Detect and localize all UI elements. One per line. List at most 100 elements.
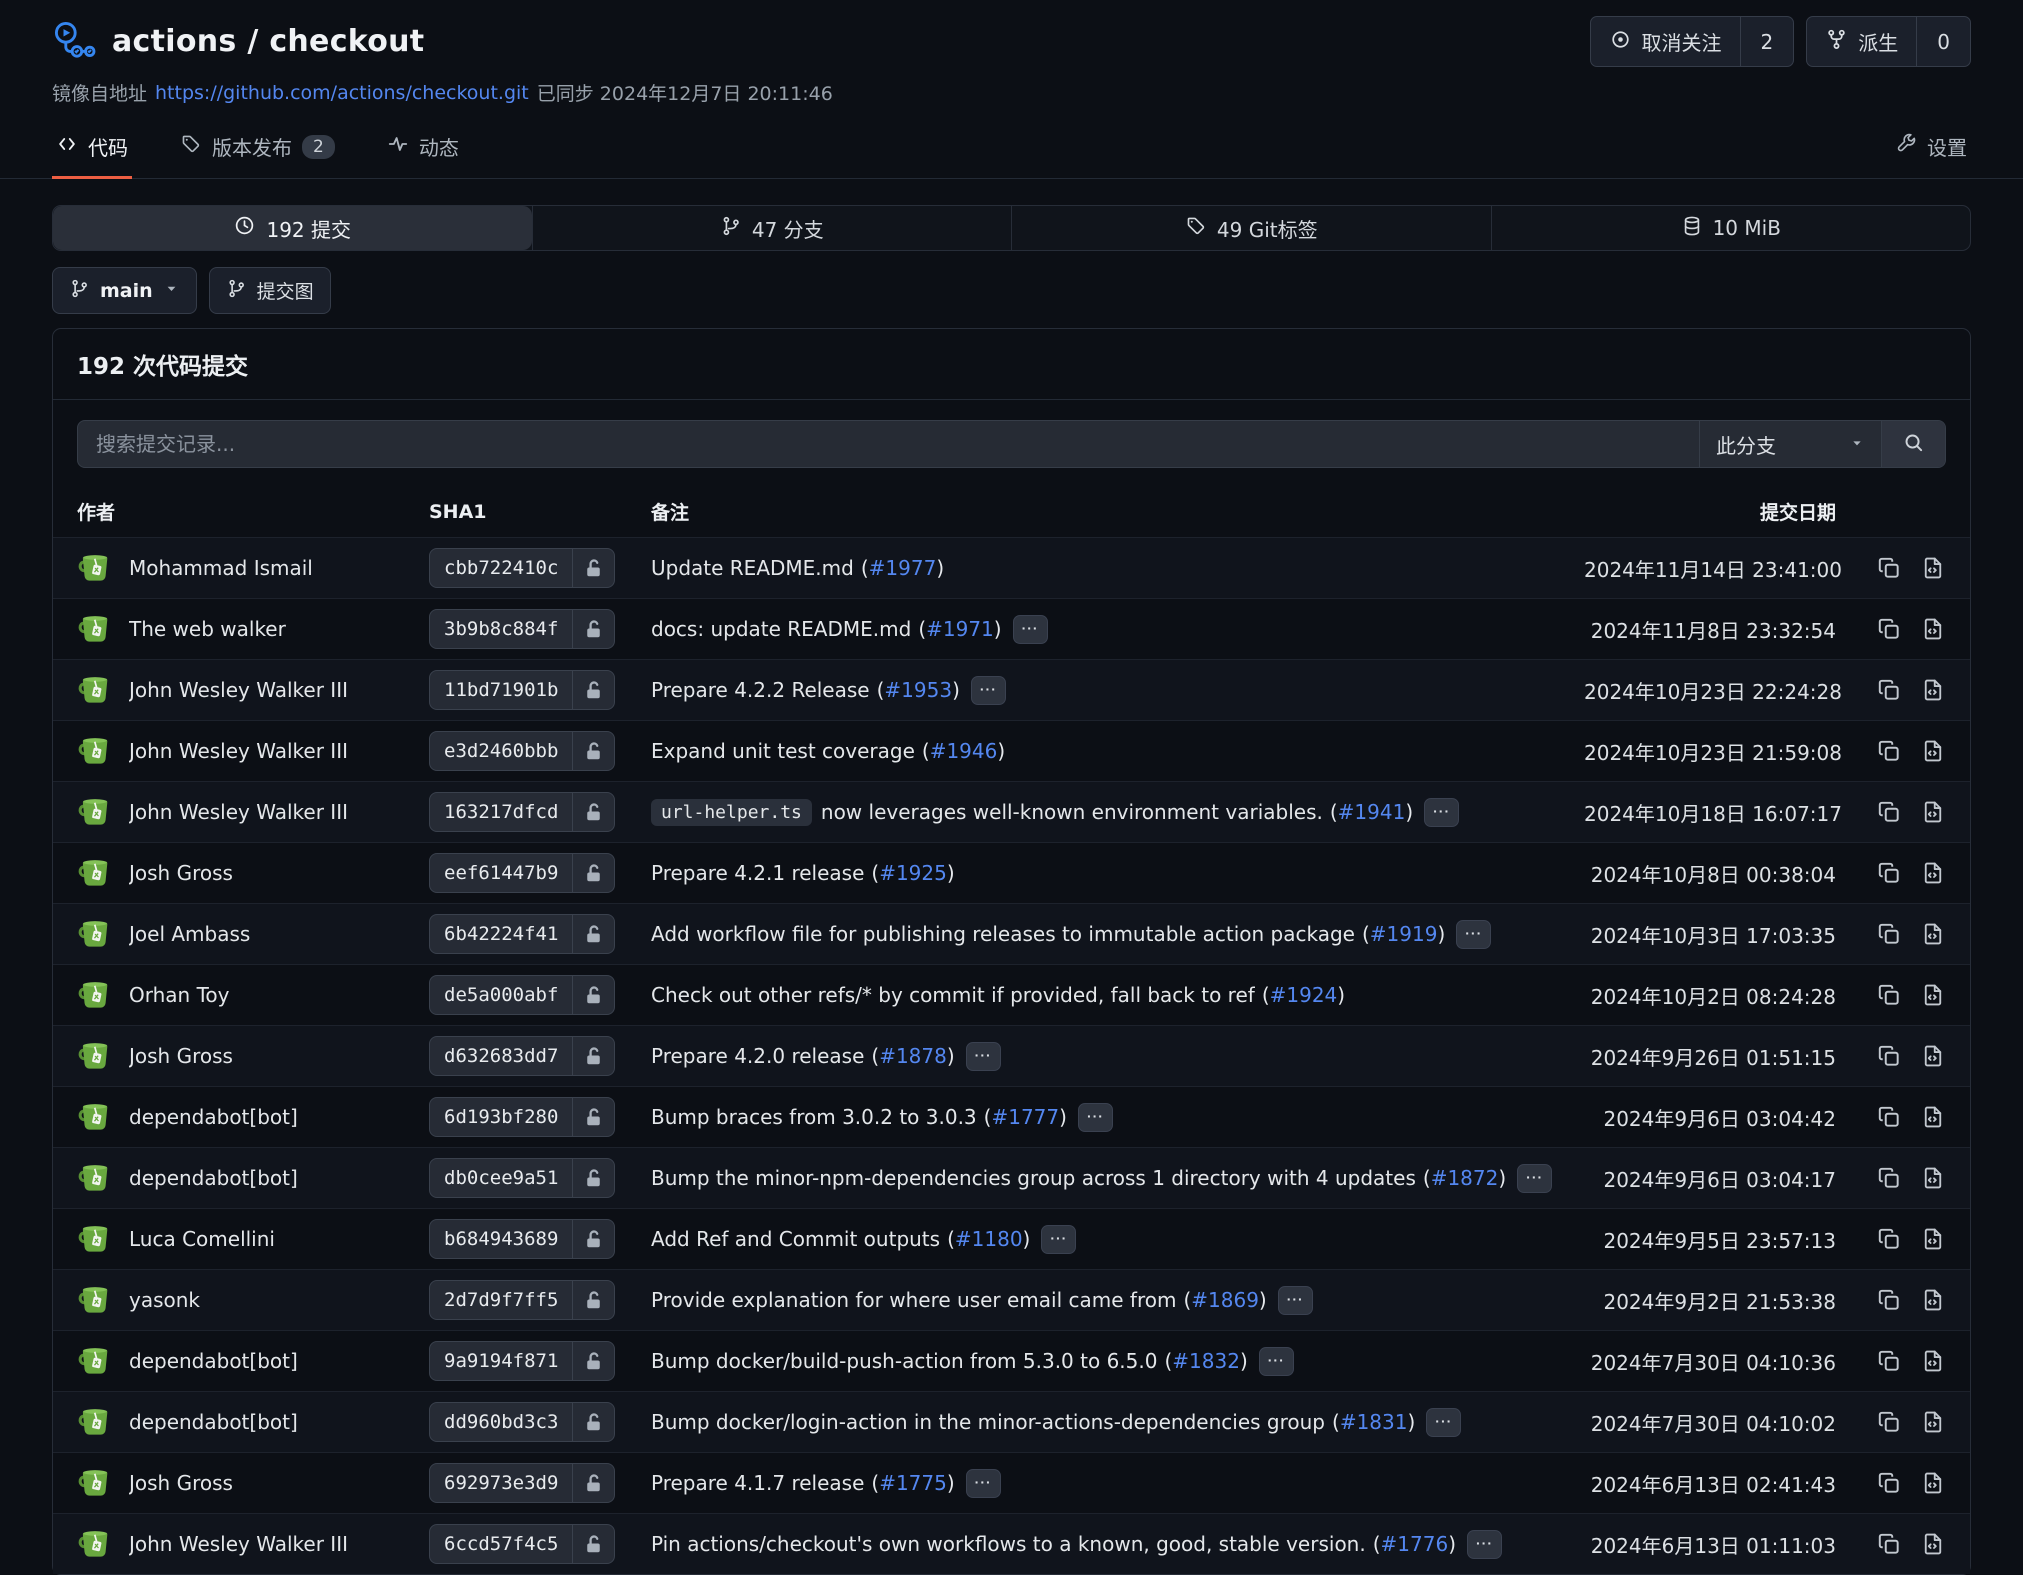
commit-message[interactable]: Check out other refs/* by commit if prov… [651,983,1255,1007]
commit-author[interactable]: John Wesley Walker III [129,739,348,763]
commit-sha-chip[interactable]: 163217dfcd [429,792,615,832]
copy-sha-button[interactable] [1876,1531,1902,1557]
view-file-at-commit-button[interactable] [1920,677,1946,703]
avatar[interactable] [77,734,115,768]
commit-pr-link[interactable]: #1878 [879,1044,947,1068]
forks-count[interactable]: 0 [1916,17,1970,66]
commit-message[interactable]: Prepare 4.1.7 release [651,1471,864,1495]
commit-author[interactable]: John Wesley Walker III [129,678,348,702]
tab-releases[interactable]: 版本发布 2 [176,122,339,179]
avatar[interactable] [77,1466,115,1500]
commit-sha-chip[interactable]: 3b9b8c884f [429,609,615,649]
commit-author[interactable]: Mohammad Ismail [129,556,313,580]
view-file-at-commit-button[interactable] [1920,616,1946,642]
avatar[interactable] [77,795,115,829]
commit-message[interactable]: Pin actions/checkout's own workflows to … [651,1532,1366,1556]
copy-sha-button[interactable] [1876,1226,1902,1252]
commit-sha-chip[interactable]: 6ccd57f4c5 [429,1524,615,1564]
copy-sha-button[interactable] [1876,738,1902,764]
commit-sha-chip[interactable]: d632683dd7 [429,1036,615,1076]
fork-button[interactable]: 派生 0 [1806,16,1971,67]
commit-more-button[interactable]: ··· [966,1469,1001,1498]
commit-more-button[interactable]: ··· [971,676,1006,705]
commit-pr-link[interactable]: #1872 [1431,1166,1499,1190]
copy-sha-button[interactable] [1876,1165,1902,1191]
tab-settings[interactable]: 设置 [1891,122,1971,179]
search-button[interactable] [1881,421,1945,467]
commit-message[interactable]: Add workflow file for publishing release… [651,922,1355,946]
commit-pr-link[interactable]: #1776 [1381,1532,1449,1556]
commit-more-button[interactable]: ··· [966,1042,1001,1071]
commit-author[interactable]: John Wesley Walker III [129,1532,348,1556]
commit-author[interactable]: Josh Gross [129,1044,233,1068]
copy-sha-button[interactable] [1876,1043,1902,1069]
copy-sha-button[interactable] [1876,555,1902,581]
copy-sha-button[interactable] [1876,1348,1902,1374]
avatar[interactable] [77,1100,115,1134]
avatar[interactable] [77,1527,115,1561]
commit-message[interactable]: Bump docker/login-action in the minor-ac… [651,1410,1325,1434]
copy-sha-button[interactable] [1876,1470,1902,1496]
commit-message[interactable]: Update README.md [651,556,854,580]
commit-more-button[interactable]: ··· [1013,615,1048,644]
watchers-count[interactable]: 2 [1740,17,1794,66]
commit-author[interactable]: Josh Gross [129,1471,233,1495]
commit-search-input[interactable] [78,421,1699,467]
actions-org-avatar-icon[interactable] [52,19,98,65]
commit-pr-link[interactable]: #1953 [884,678,952,702]
commit-message[interactable]: Bump docker/build-push-action from 5.3.0… [651,1349,1157,1373]
commit-pr-link[interactable]: #1971 [926,617,994,641]
view-file-at-commit-button[interactable] [1920,1043,1946,1069]
copy-sha-button[interactable] [1876,616,1902,642]
commit-message[interactable]: Bump braces from 3.0.2 to 3.0.3 [651,1105,977,1129]
stat-size[interactable]: 10 MiB [1491,206,1971,250]
commit-author[interactable]: dependabot[bot] [129,1105,298,1129]
view-file-at-commit-button[interactable] [1920,1348,1946,1374]
commit-message[interactable]: Bump the minor-npm-dependencies group ac… [651,1166,1416,1190]
commit-pr-link[interactable]: #1919 [1370,922,1438,946]
commit-pr-link[interactable]: #1941 [1338,800,1406,824]
commit-pr-link[interactable]: #1977 [869,556,937,580]
copy-sha-button[interactable] [1876,860,1902,886]
mirror-url-link[interactable]: https://github.com/actions/checkout.git [155,82,529,104]
view-file-at-commit-button[interactable] [1920,1470,1946,1496]
tab-code[interactable]: 代码 [52,122,132,179]
commit-sha-chip[interactable]: 692973e3d9 [429,1463,615,1503]
commit-author[interactable]: yasonk [129,1288,200,1312]
commit-pr-link[interactable]: #1831 [1340,1410,1408,1434]
copy-sha-button[interactable] [1876,1409,1902,1435]
view-file-at-commit-button[interactable] [1920,1165,1946,1191]
commit-author[interactable]: Joel Ambass [129,922,250,946]
commit-author[interactable]: Luca Comellini [129,1227,275,1251]
avatar[interactable] [77,673,115,707]
commit-message[interactable]: Prepare 4.2.1 release [651,861,864,885]
branch-scope-select[interactable]: 此分支 [1699,421,1881,467]
commit-pr-link[interactable]: #1946 [930,739,998,763]
commit-pr-link[interactable]: #1832 [1172,1349,1240,1373]
avatar[interactable] [77,917,115,951]
avatar[interactable] [77,856,115,890]
view-file-at-commit-button[interactable] [1920,1531,1946,1557]
branch-selector[interactable]: main [52,267,197,314]
commit-more-button[interactable]: ··· [1078,1103,1113,1132]
avatar[interactable] [77,978,115,1012]
commit-sha-chip[interactable]: 6b42224f41 [429,914,615,954]
commit-sha-chip[interactable]: 11bd71901b [429,670,615,710]
tab-activity[interactable]: 动态 [383,122,463,179]
commit-sha-chip[interactable]: b684943689 [429,1219,615,1259]
commit-graph-button[interactable]: 提交图 [209,267,331,314]
view-file-at-commit-button[interactable] [1920,1226,1946,1252]
copy-sha-button[interactable] [1876,1104,1902,1130]
commit-message[interactable]: Prepare 4.2.2 Release [651,678,870,702]
commit-author[interactable]: dependabot[bot] [129,1349,298,1373]
avatar[interactable] [77,1283,115,1317]
commit-sha-chip[interactable]: db0cee9a51 [429,1158,615,1198]
commit-message[interactable]: Expand unit test coverage [651,739,915,763]
avatar[interactable] [77,1344,115,1378]
view-file-at-commit-button[interactable] [1920,1409,1946,1435]
commit-message[interactable]: docs: update README.md [651,617,911,641]
copy-sha-button[interactable] [1876,1287,1902,1313]
commit-author[interactable]: dependabot[bot] [129,1166,298,1190]
commit-more-button[interactable]: ··· [1456,920,1491,949]
stat-tags[interactable]: 49 Git标签 [1011,206,1491,250]
